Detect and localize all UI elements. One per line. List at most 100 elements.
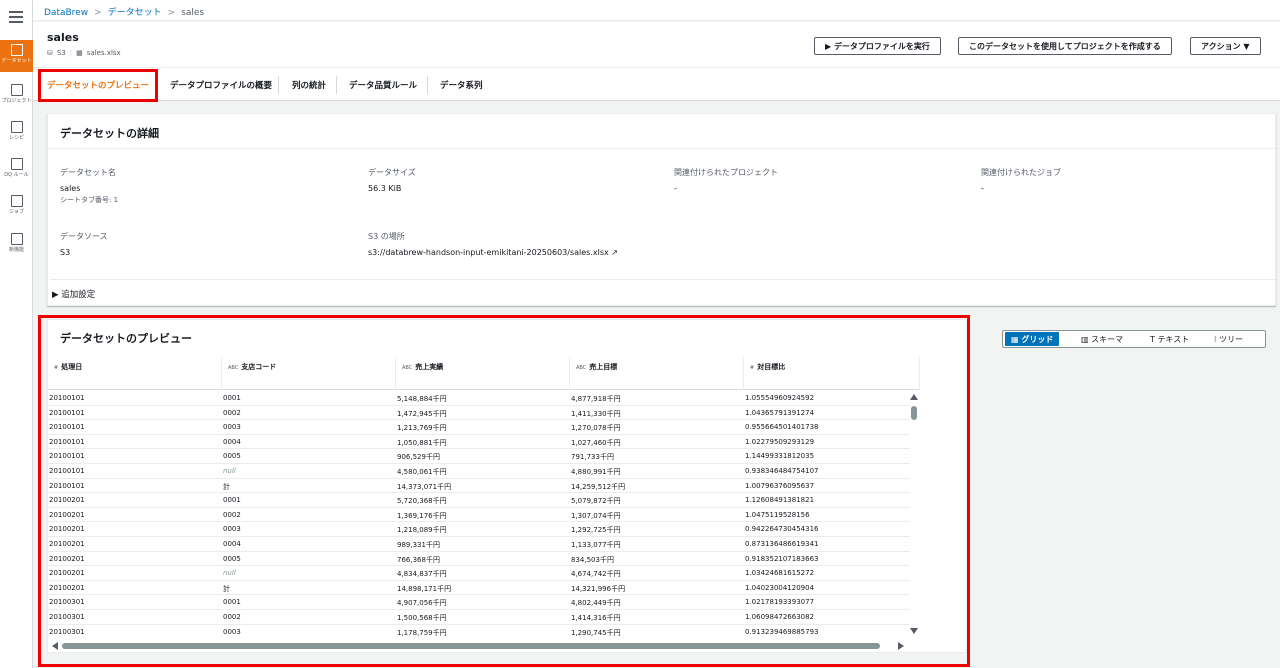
table-row[interactable]: 20100201 0005 766,368千円 834,503千円 0.91835210… [48,552,910,567]
nav-item-jobs[interactable]: ジョブ [0,191,33,223]
nav-item-projects[interactable]: プロジェクト [0,80,33,112]
run-profile-label: データプロファイルを実行 [833,42,930,51]
table-cell: 計 [223,482,230,491]
view-text-button[interactable]: T テキスト [1144,332,1195,346]
play-icon [10,195,23,207]
table-row[interactable]: 20100301 0003 1,178,759千円 1,290,745千円 0.9132… [48,625,910,637]
data-size-field: データサイズ 56.3 KiB [368,167,416,193]
label: データセット名 [60,168,116,177]
label: データサイズ [368,168,416,177]
breadcrumb-datasets[interactable]: データセット [108,8,162,18]
page-title: sales [47,31,79,44]
associated-projects-field: 関連付けられたプロジェクト - [674,167,778,193]
column-name: 売上目標 [589,363,618,371]
scroll-down-icon[interactable] [910,628,918,634]
table-row[interactable]: 20100201 0002 1,369,176千円 1,307,074千円 1.0475… [48,508,910,523]
create-project-label: このデータセットを使用してプロジェクトを作成する [969,42,1161,51]
table-cell: 1,178,759千円 [397,628,447,637]
table-cell: 20100101 [49,394,85,402]
table-row[interactable]: 20100101 0005 906,529千円 791,733千円 1.14499331… [48,449,910,464]
run-profile-button[interactable]: ▶ データプロファイルを実行 [814,37,941,55]
table-row[interactable]: 20100101 0002 1,472,945千円 1,411,330千円 1.0436… [48,406,910,421]
label: 関連付けられたジョブ [981,168,1061,177]
chevron-right-icon: > [167,8,176,18]
table-row[interactable]: 20100301 0001 4,907,056千円 4,802,449千円 1.0217… [48,595,910,610]
sheet-tab-number: シートタブ番号: 1 [60,196,119,204]
table-row[interactable]: 20100201 0001 5,720,368千円 5,079,872千円 1.1260… [48,493,910,508]
table-row[interactable]: 20100101 null 4,580,061千円 4,880,991千円 0.9383… [48,464,910,479]
table-cell: 1.04365791391274 [745,408,815,417]
table-cell: 計 [223,584,230,593]
tab-data-lineage[interactable]: データ系列 [440,79,483,91]
table-row[interactable]: 20100101 計 14,373,071千円 14,259,512千円 1.00796… [48,479,910,494]
table-cell: 1,027,460千円 [571,438,621,447]
value: - [981,184,984,193]
table-cell: 1,292,725千円 [571,526,621,535]
column-name: 対目標比 [757,363,786,371]
tab-data-quality-rules[interactable]: データ品質ルール [349,79,417,91]
table-cell: 14,898,171千円 [397,584,452,593]
tab-profile-overview[interactable]: データプロファイルの概要 [170,79,272,91]
scrollbar-thumb[interactable] [911,406,917,420]
column-header[interactable]: ABC 売上実績 [396,357,570,390]
s3-location-link[interactable]: s3://databrew-handson-input-emikitani-20… [368,248,618,257]
tab-column-statistics[interactable]: 列の統計 [292,79,326,91]
column-header[interactable]: # 対目標比 [744,357,920,390]
value: S3 [60,248,71,257]
view-tree-button[interactable]: ⁝ ツリー [1208,332,1249,346]
table-cell: 20100101 [49,481,85,490]
table-row[interactable]: 20100101 0001 5,148,884千円 4,877,918千円 1.0555… [48,391,910,406]
table-cell: 20100201 [49,540,85,548]
play-icon: ▶ [825,42,834,51]
column-name: 売上実績 [415,363,444,371]
table-row[interactable]: 20100201 null 4,834,837千円 4,674,742千円 1.0342… [48,566,910,581]
breadcrumb-databrew[interactable]: DataBrew [44,8,88,18]
horizontal-scrollbar[interactable] [50,641,910,651]
scroll-up-icon[interactable] [910,394,918,400]
actions-button[interactable]: アクション ▼ [1190,37,1261,55]
column-header[interactable]: # 処理日 [48,357,222,390]
table-cell: 0003 [223,525,241,534]
tab-dataset-preview[interactable]: データセットのプレビュー [47,79,149,91]
nav-item-dq-rules[interactable]: DQ ルール [0,154,33,186]
nav-item-datasets[interactable]: データセット [0,40,33,72]
table-cell: 1.06098472663082 [745,613,815,621]
column-header[interactable]: ABC 支店コード [222,357,396,390]
nav-item-recipes[interactable]: レシピ [0,117,33,149]
table-cell: 5,148,884千円 [397,395,447,403]
table-cell: 0005 [223,554,241,563]
value: 56.3 KiB [368,184,402,193]
table-cell: 0.942264730454316 [745,525,819,534]
create-project-button[interactable]: このデータセットを使用してプロジェクトを作成する [958,37,1172,55]
tab-divider [336,76,337,94]
table-row[interactable]: 20100201 計 14,898,171千円 14,321,996千円 1.04023… [48,581,910,596]
table-icon [10,84,23,96]
view-text-label: テキスト [1157,335,1190,344]
scroll-right-icon[interactable] [898,642,904,650]
table-cell: 4,907,056千円 [397,599,447,608]
additional-settings-toggle[interactable]: ▶ 追加設定 [50,279,1275,300]
table-row[interactable]: 20100101 0004 1,050,881千円 1,027,460千円 1.0227… [48,435,910,450]
nav-item-whats-new[interactable]: 新機能 [0,229,33,261]
table-cell: 1,270,078千円 [571,424,621,433]
table-cell: 20100101 [49,467,85,475]
scroll-left-icon[interactable] [52,642,58,650]
scrollbar-thumb[interactable] [62,643,880,649]
table-cell: 834,503千円 [571,555,614,564]
table-row[interactable]: 20100301 0002 1,500,568千円 1,414,316千円 1.0609… [48,610,910,625]
news-icon [10,233,23,245]
number-type-icon: # [750,365,755,371]
caret-down-icon: ▼ [1240,42,1250,51]
table-row[interactable]: 20100201 0004 989,331千円 1,133,077千円 0.873136… [48,537,910,552]
table-row[interactable]: 20100201 0003 1,218,089千円 1,292,725千円 0.9422… [48,522,910,537]
table-cell: 1.05554960924592 [745,394,815,402]
table-row[interactable]: 20100101 0003 1,213,769千円 1,270,078千円 0.9556… [48,420,910,435]
view-schema-button[interactable]: ▥ スキーマ [1075,332,1129,346]
table-cell: 20100101 [49,437,85,446]
table-cell: 0.955664501401738 [745,423,819,432]
vertical-scrollbar[interactable] [908,392,920,638]
view-grid-button[interactable]: ▦ グリッド [1005,332,1060,346]
column-header[interactable]: ABC 売上目標 [570,357,744,390]
s3-location-field: S3 の場所 s3://databrew-handson-input-emikit… [368,231,618,257]
menu-icon[interactable] [9,11,23,23]
